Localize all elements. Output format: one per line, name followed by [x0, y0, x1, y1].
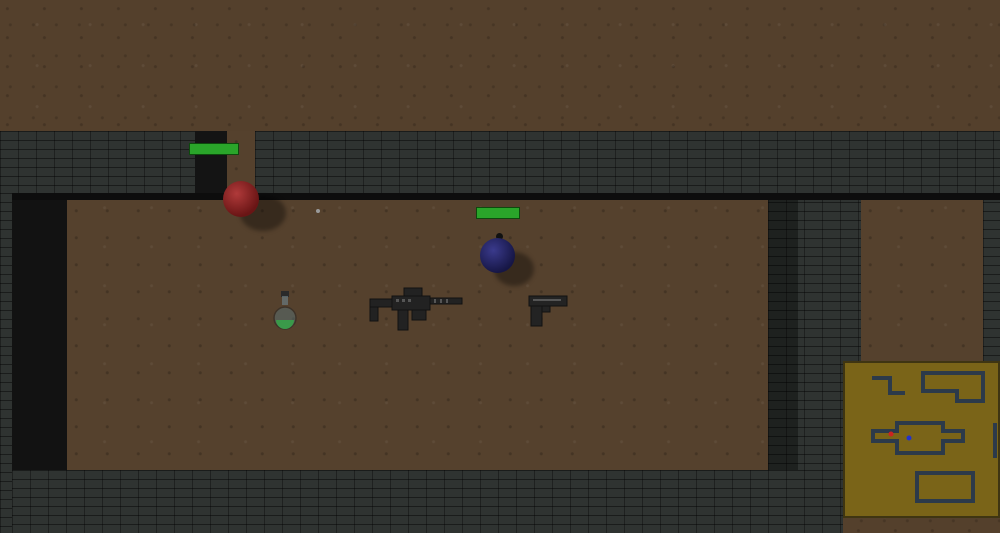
bullet	[316, 209, 320, 213]
assault-rifle-icon[interactable]	[368, 285, 464, 335]
minimap-enemy-dot	[888, 431, 894, 437]
side-room-floor	[861, 200, 983, 361]
wall-right-divider-edge	[768, 193, 798, 470]
wall-left	[0, 193, 12, 533]
player-health-bar	[476, 207, 520, 219]
wall-top-left	[0, 131, 195, 193]
wall-top-edge	[12, 193, 1000, 200]
game-viewport[interactable]	[0, 0, 1000, 533]
enemy-health-bar	[189, 143, 239, 155]
wall-top-right	[255, 131, 1000, 193]
potion-icon[interactable]	[271, 290, 299, 332]
minimap-map	[871, 371, 997, 503]
doorway-shadow	[195, 131, 227, 193]
enemy-ball[interactable]	[223, 181, 259, 217]
enemy-health-fill	[190, 144, 238, 154]
main-room-floor	[67, 200, 768, 470]
wall-bottom	[12, 470, 843, 533]
wall-left-shadow	[12, 193, 67, 493]
player-ball[interactable]	[480, 238, 515, 273]
player-health-fill	[477, 208, 519, 218]
wall-far-right	[983, 193, 1000, 361]
pistol-icon[interactable]	[527, 292, 569, 330]
minimap-player-dot	[906, 435, 912, 441]
minimap[interactable]	[843, 361, 1000, 518]
